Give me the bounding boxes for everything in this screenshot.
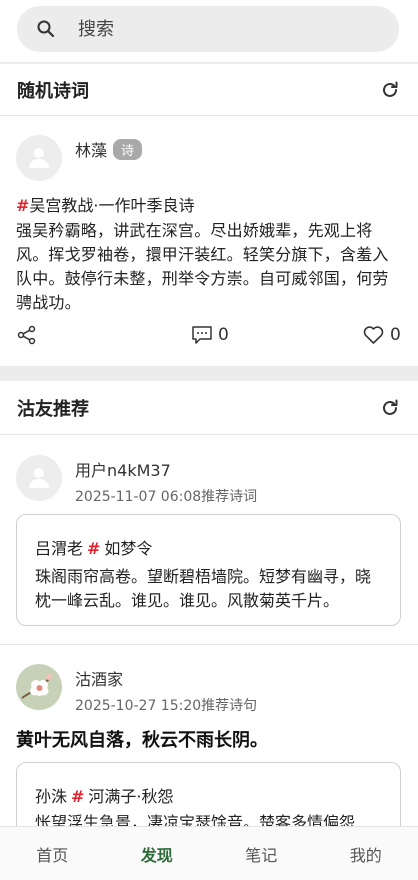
search-bar[interactable] [17, 6, 399, 52]
hash-icon: # [87, 539, 101, 558]
tab-home[interactable]: 首页 [0, 827, 105, 880]
search-icon [37, 20, 55, 38]
quote-title: 河满子·秋怨 [88, 787, 174, 806]
poem-title-text: 吴宫教战·一作叶季良诗 [29, 196, 195, 215]
like-count: 0 [390, 325, 401, 345]
poem-title[interactable]: #吴宫教战·一作叶季良诗 [16, 192, 195, 216]
random-poetry-header: 随机诗词 [0, 64, 418, 116]
quoted-poem-card[interactable]: 吕渭老 # 如梦令 珠阁雨帘高卷。望断碧梧墙院。短梦有幽寻，晓枕一峰云乱。谁见。谁见… [16, 514, 401, 626]
tab-discover[interactable]: 发现 [105, 827, 210, 880]
section-title: 沽友推荐 [17, 398, 89, 420]
section-title: 随机诗词 [17, 80, 89, 102]
quoted-poem-body: 珠阁雨帘高卷。望断碧梧墙院。短梦有幽寻，晓枕一峰云乱。谁见。谁见。风散菊英千片。 [35, 567, 372, 610]
quoted-poem-card[interactable]: 孙洙 # 河满子·秋怨 怅望浮生急景，凄凉宝瑟馀音。楚客多情偏怨 [16, 762, 401, 826]
tab-notes[interactable]: 笔记 [209, 827, 314, 880]
post-time: 2025-10-27 15:20推荐诗句 [75, 698, 258, 714]
comment-icon [192, 326, 212, 344]
avatar[interactable] [16, 664, 62, 710]
comment-button[interactable]: 0 [191, 325, 229, 345]
post-username[interactable]: 沽酒家 [75, 666, 123, 690]
comment-count: 0 [218, 325, 229, 345]
refresh-icon[interactable] [380, 80, 400, 100]
quote-author: 孙洙 [35, 787, 68, 806]
quoted-poem-title: 吕渭老 # 如梦令 [35, 535, 152, 559]
divider [0, 644, 418, 645]
plum-blossom-icon [21, 674, 52, 699]
recommended-verse[interactable]: 黄叶无风自落，秋云不雨长阴。 [16, 726, 268, 752]
user-icon [29, 148, 49, 168]
search-input[interactable] [78, 18, 378, 40]
heart-icon [363, 326, 384, 344]
poet-name[interactable]: 林藻 [75, 141, 107, 160]
post-username[interactable]: 用户n4kM37 [75, 457, 171, 481]
bottom-tab-bar: 首页 发现 笔记 我的 [0, 826, 418, 880]
quoted-poem-title: 孙洙 # 河满子·秋怨 [35, 783, 174, 807]
avatar[interactable] [16, 135, 62, 181]
tab-mine[interactable]: 我的 [314, 827, 418, 880]
quoted-poem-body: 怅望浮生急景，凄凉宝瑟馀音。楚客多情偏怨 [35, 813, 356, 826]
refresh-icon[interactable] [380, 398, 400, 418]
poem-actions: 0 0 [0, 323, 418, 353]
post-time: 2025-11-07 06:08推荐诗词 [75, 489, 258, 505]
user-icon [29, 468, 49, 488]
poem-body[interactable]: 强吴矜霸略，讲武在深宫。尽出娇娥辈，先观上将风。挥戈罗袖卷，擐甲汗装红。轻笑分旗… [16, 219, 402, 315]
quote-title: 如梦令 [104, 539, 153, 558]
hash-icon: # [16, 196, 30, 215]
avatar[interactable] [16, 455, 62, 501]
like-button[interactable]: 0 [363, 325, 401, 345]
genre-badge: 诗 [113, 139, 143, 160]
share-icon [17, 325, 36, 345]
friends-recommend-card: 沽友推荐 用户n4kM37 2025-11-07 06:08推荐诗词 吕渭老 # 如… [0, 381, 418, 826]
poet-row: 林藻诗 [75, 137, 143, 161]
search-header [0, 0, 418, 62]
friends-recommend-header: 沽友推荐 [0, 381, 418, 435]
quote-author: 吕渭老 [35, 539, 84, 558]
random-poetry-card: 随机诗词 林藻诗 #吴宫教战·一作叶季良诗 强吴矜霸略，讲武在深宫。尽出娇娥辈，… [0, 64, 418, 366]
share-button[interactable] [17, 325, 37, 345]
hash-icon: # [71, 787, 85, 806]
